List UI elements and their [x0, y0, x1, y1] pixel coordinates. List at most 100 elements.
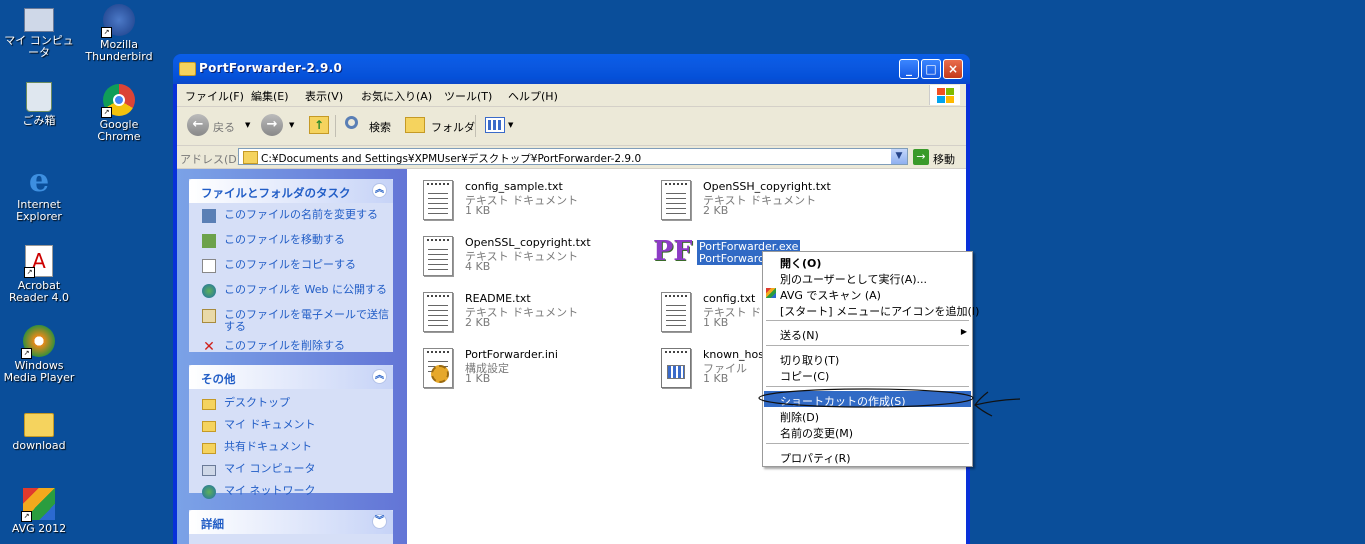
place-label: デスクトップ — [224, 396, 290, 409]
menu-tools[interactable]: ツール(T) — [444, 88, 492, 104]
place-my-documents[interactable]: マイ ドキュメント — [189, 419, 393, 437]
panel-header[interactable]: 詳細 ︾ — [189, 510, 393, 534]
file-item[interactable]: PortForwarder.ini 構成設定 1 KB — [419, 345, 639, 391]
shortcut-arrow-icon: ↗ — [24, 267, 35, 278]
menu-pin-start[interactable]: [スタート] メニューにアイコンを追加(I) — [764, 301, 979, 318]
windows-logo-icon — [929, 85, 960, 105]
panel-header[interactable]: その他 ︽ — [189, 365, 393, 389]
menu-open[interactable]: 開く(O) — [764, 253, 971, 270]
address-label: アドレス(D) — [180, 153, 242, 166]
desktop-icon-ie[interactable]: e Internet Explorer — [0, 164, 78, 223]
desktop-icon-thunderbird[interactable]: ↗ Mozilla Thunderbird — [80, 4, 158, 63]
menu-view[interactable]: 表示(V) — [305, 88, 343, 104]
up-folder-icon[interactable]: ↑ — [309, 116, 329, 134]
panel-title: ファイルとフォルダのタスク — [201, 186, 351, 200]
search-icon[interactable] — [345, 116, 358, 129]
folder-icon — [202, 443, 216, 454]
text-file-icon — [657, 289, 691, 332]
chevron-down-icon[interactable]: ▼ — [289, 121, 294, 129]
menu-avg-scan[interactable]: AVG でスキャン (A) — [764, 285, 971, 302]
menu-file[interactable]: ファイル(F) — [185, 88, 244, 104]
task-label: このファイルをコピーする — [224, 258, 356, 271]
context-menu: 開く(O) 別のユーザーとして実行(A)... AVG でスキャン (A) [ス… — [762, 251, 979, 467]
desktop-icon-recycle-bin[interactable]: ごみ箱 — [0, 82, 78, 127]
menu-create-shortcut[interactable]: ショートカットの作成(S) — [764, 391, 971, 408]
panel-title: その他 — [201, 372, 236, 386]
address-value: C:¥Documents and Settings¥XPMUser¥デスクトップ… — [261, 153, 642, 165]
maximize-button[interactable]: □ — [921, 59, 941, 79]
text-file-icon — [657, 177, 691, 220]
chevron-down-icon[interactable]: ▼ — [245, 121, 250, 129]
toolbar: ← 戻る ▼ → ▼ ↑ 検索 フォルダ ▼ — [177, 107, 966, 146]
menu-delete[interactable]: 削除(D) — [764, 407, 971, 424]
place-shared-documents[interactable]: 共有ドキュメント — [189, 441, 393, 459]
menu-run-as[interactable]: 別のユーザーとして実行(A)... — [764, 269, 971, 286]
desktop-icon-label: Internet Explorer — [16, 198, 62, 223]
file-size: 1 KB — [703, 372, 729, 385]
file-item[interactable]: OpenSSH_copyright.txt テキスト ドキュメント 2 KB — [657, 177, 877, 223]
place-desktop[interactable]: デスクトップ — [189, 397, 393, 415]
collapse-icon[interactable]: ︽ — [372, 369, 387, 384]
chevron-down-icon[interactable]: ▼ — [891, 149, 907, 164]
file-item[interactable]: config_sample.txt テキスト ドキュメント 1 KB — [419, 177, 639, 223]
file-item[interactable]: README.txt テキスト ドキュメント 2 KB — [419, 289, 639, 335]
desktop-icon-label: Google Chrome — [97, 118, 141, 143]
menu-copy[interactable]: コピー(C) — [764, 366, 971, 383]
menu-send-to[interactable]: 送る(N) ▶ — [764, 325, 971, 342]
task-email[interactable]: このファイルを電子メールで送信する — [189, 309, 393, 333]
chevron-down-icon[interactable]: ▼ — [508, 121, 513, 129]
task-copy[interactable]: このファイルをコピーする — [189, 259, 393, 277]
views-icon[interactable] — [485, 117, 505, 133]
minimize-button[interactable]: _ — [899, 59, 919, 79]
copy-icon — [202, 259, 216, 273]
go-arrow-icon[interactable]: → — [913, 149, 929, 165]
task-label: このファイルを Web に公開する — [224, 283, 387, 296]
menu-rename[interactable]: 名前の変更(M) — [764, 423, 971, 440]
close-button[interactable]: × — [943, 59, 963, 79]
place-my-network[interactable]: マイ ネットワーク — [189, 485, 393, 503]
desktop-icon-avg[interactable]: ↗ AVG 2012 — [0, 488, 78, 535]
menu-help[interactable]: ヘルプ(H) — [508, 88, 558, 104]
desktop-icon-acrobat[interactable]: A ↗ Acrobat Reader 4.0 — [0, 245, 78, 304]
folders-button[interactable]: フォルダ — [431, 119, 475, 135]
desktop-icon-download-folder[interactable]: download — [0, 408, 78, 452]
file-folder-tasks-panel: ファイルとフォルダのタスク ︽ このファイルの名前を変更する このファイルを移動… — [189, 179, 393, 354]
task-pane: ファイルとフォルダのタスク ︽ このファイルの名前を変更する このファイルを移動… — [177, 169, 407, 544]
task-publish-web[interactable]: このファイルを Web に公開する — [189, 284, 393, 302]
shortcut-arrow-icon: ↗ — [21, 348, 32, 359]
task-move[interactable]: このファイルを移動する — [189, 234, 393, 252]
go-button[interactable]: 移動 — [933, 151, 955, 167]
menu-cut[interactable]: 切り取り(T) — [764, 350, 971, 367]
title-bar[interactable]: PortForwarder-2.9.0 _ □ × — [173, 54, 970, 84]
desktop-icon-label: download — [12, 439, 66, 452]
submenu-arrow-icon: ▶ — [960, 327, 967, 336]
task-rename[interactable]: このファイルの名前を変更する — [189, 209, 393, 227]
menu-edit[interactable]: 編集(E) — [251, 88, 289, 104]
media-player-icon: ↗ — [21, 325, 55, 359]
menu-favorites[interactable]: お気に入り(A) — [361, 88, 432, 104]
file-size: 2 KB — [465, 316, 491, 329]
back-button[interactable]: ← — [187, 114, 209, 136]
panel-header[interactable]: ファイルとフォルダのタスク ︽ — [189, 179, 393, 203]
acrobat-icon: A ↗ — [24, 245, 53, 278]
place-my-computer[interactable]: マイ コンピュータ — [189, 463, 393, 481]
forward-button[interactable]: → — [261, 114, 283, 136]
file-item[interactable]: OpenSSL_copyright.txt テキスト ドキュメント 4 KB — [419, 233, 639, 279]
place-label: マイ ドキュメント — [224, 418, 316, 431]
folders-icon[interactable] — [405, 117, 425, 133]
desktop-icon-label: ごみ箱 — [22, 114, 56, 127]
search-button[interactable]: 検索 — [369, 119, 391, 135]
desktop-icon-media-player[interactable]: ↗ Windows Media Player — [0, 325, 78, 384]
expand-icon[interactable]: ︾ — [372, 514, 387, 529]
menu-properties[interactable]: プロパティ(R) — [764, 448, 971, 465]
address-input[interactable]: C:¥Documents and Settings¥XPMUser¥デスクトップ… — [238, 148, 908, 165]
desktop-icon-my-computer[interactable]: マイ コンピュータ — [0, 4, 78, 59]
task-label: このファイルを削除する — [224, 339, 345, 352]
desktop-icon-chrome[interactable]: ↗ Google Chrome — [80, 84, 158, 143]
file-size: 1 KB — [703, 316, 729, 329]
back-label[interactable]: 戻る — [213, 119, 235, 135]
task-delete[interactable]: ✕ このファイルを削除する — [189, 340, 393, 358]
collapse-icon[interactable]: ︽ — [372, 183, 387, 198]
chrome-icon: ↗ — [101, 84, 135, 118]
network-icon — [202, 485, 216, 499]
